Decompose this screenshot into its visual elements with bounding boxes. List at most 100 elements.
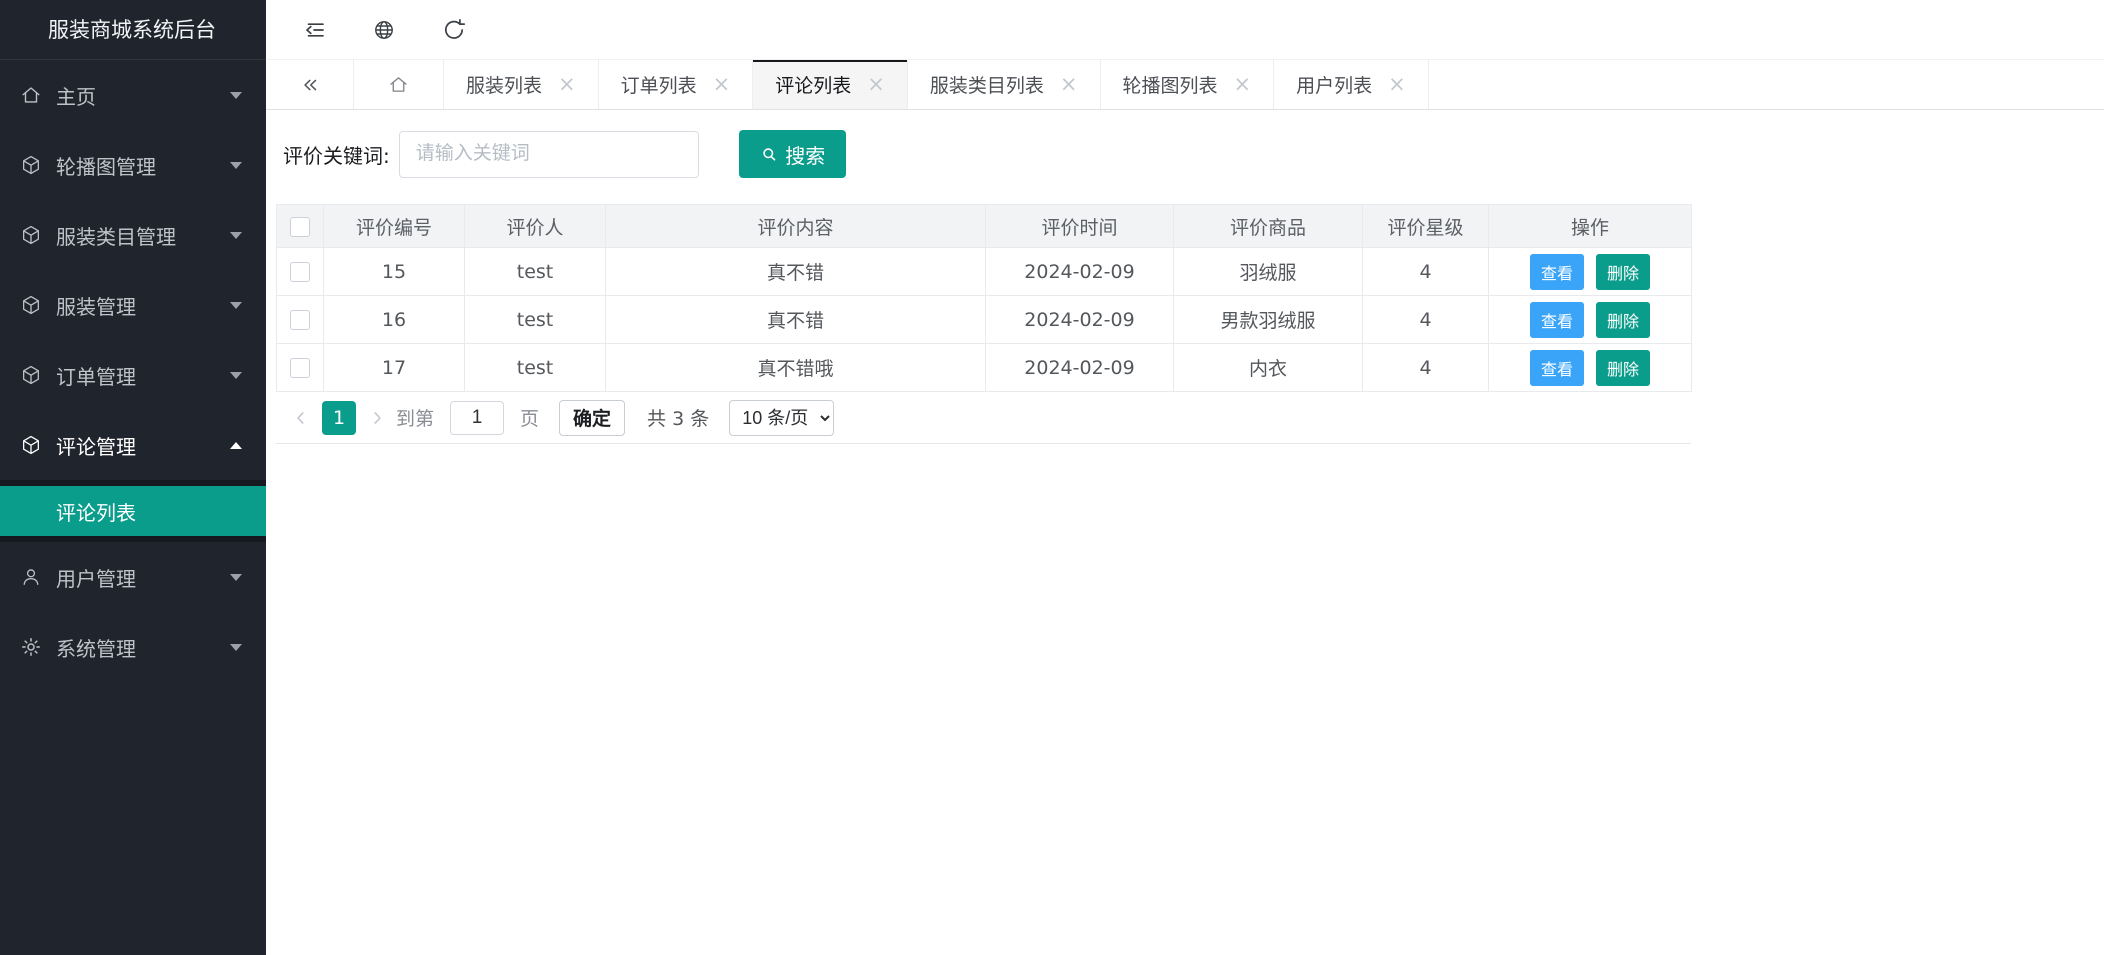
sidebar-item-user[interactable]: 用户管理 bbox=[0, 542, 266, 612]
review-time-cell: 2024-02-09 bbox=[986, 296, 1174, 344]
home-icon bbox=[20, 84, 42, 106]
close-tab-icon[interactable]: × bbox=[867, 74, 885, 95]
cube-icon bbox=[20, 154, 42, 176]
sidebar-item-label: 主页 bbox=[56, 81, 96, 110]
prev-page-icon[interactable] bbox=[290, 407, 312, 429]
sidebar-item-home[interactable]: 主页 bbox=[0, 60, 266, 130]
page-number-button[interactable]: 1 bbox=[322, 401, 356, 435]
delete-button[interactable]: 删除 bbox=[1596, 254, 1650, 290]
sidebar-item-comment[interactable]: 评论管理 bbox=[0, 410, 266, 480]
review-id-cell: 15 bbox=[324, 248, 465, 296]
review-content-cell: 真不错哦 bbox=[606, 344, 986, 392]
total-count-label: 共 3 条 bbox=[647, 404, 709, 431]
table-row: 16test真不错2024-02-09男款羽绒服4查看删除 bbox=[277, 296, 1692, 344]
sidebar-item-carousel[interactable]: 轮播图管理 bbox=[0, 130, 266, 200]
next-page-icon[interactable] bbox=[366, 407, 388, 429]
sidebar-menu: 主页轮播图管理服装类目管理服装管理订单管理评论管理评论列表用户管理系统管理 bbox=[0, 60, 266, 682]
row-checkbox[interactable] bbox=[290, 358, 310, 378]
page-size-select[interactable]: 10 条/页 bbox=[729, 400, 834, 436]
caret-down-icon bbox=[230, 232, 242, 239]
comments-card: 评价编号评价人评价内容评价时间评价商品评价星级操作 15test真不错2024-… bbox=[276, 204, 1691, 444]
caret-down-icon bbox=[230, 644, 242, 651]
close-tab-icon[interactable]: × bbox=[1060, 74, 1078, 95]
sidebar-item-label: 用户管理 bbox=[56, 563, 136, 592]
home-tab[interactable] bbox=[354, 60, 444, 109]
delete-button[interactable]: 删除 bbox=[1596, 350, 1650, 386]
select-all-checkbox[interactable] bbox=[290, 217, 310, 237]
search-input[interactable] bbox=[399, 131, 699, 178]
cube-icon bbox=[20, 224, 42, 246]
review-product-cell: 男款羽绒服 bbox=[1174, 296, 1363, 344]
menu-fold-icon[interactable] bbox=[302, 18, 326, 42]
sidebar-item-label: 服装类目管理 bbox=[56, 221, 176, 250]
review-stars-cell: 4 bbox=[1363, 248, 1489, 296]
cube-icon bbox=[20, 294, 42, 316]
globe-icon[interactable] bbox=[372, 18, 396, 42]
search-label: 评价关键词: bbox=[283, 140, 390, 169]
review-stars-cell: 4 bbox=[1363, 344, 1489, 392]
goto-page-input[interactable] bbox=[450, 401, 504, 435]
row-checkbox[interactable] bbox=[290, 262, 310, 282]
view-button[interactable]: 查看 bbox=[1530, 302, 1584, 338]
sidebar-item-system[interactable]: 系统管理 bbox=[0, 612, 266, 682]
column-header: 评价编号 bbox=[324, 205, 465, 248]
delete-button[interactable]: 删除 bbox=[1596, 302, 1650, 338]
gear-icon bbox=[20, 636, 42, 658]
table-row: 17test真不错哦2024-02-09内衣4查看删除 bbox=[277, 344, 1692, 392]
close-tab-icon[interactable]: × bbox=[558, 74, 576, 95]
table-header-row: 评价编号评价人评价内容评价时间评价商品评价星级操作 bbox=[277, 205, 1692, 248]
caret-down-icon bbox=[230, 162, 242, 169]
search-button[interactable]: 搜索 bbox=[739, 130, 846, 178]
goto-prefix-label: 到第 bbox=[396, 404, 434, 431]
reviewer-cell: test bbox=[465, 248, 606, 296]
sidebar-item-label: 订单管理 bbox=[56, 361, 136, 390]
sidebar-item-category[interactable]: 服装类目管理 bbox=[0, 200, 266, 270]
tab-label: 轮播图列表 bbox=[1123, 71, 1218, 98]
sidebar-item-order[interactable]: 订单管理 bbox=[0, 340, 266, 410]
refresh-icon[interactable] bbox=[442, 18, 466, 42]
sidebar-item-label: 系统管理 bbox=[56, 633, 136, 662]
sidebar-item-label: 服装管理 bbox=[56, 291, 136, 320]
actions-cell: 查看删除 bbox=[1489, 296, 1692, 344]
tab-label: 服装列表 bbox=[466, 71, 542, 98]
sidebar-subitem-comment-list[interactable]: 评论列表 bbox=[0, 486, 266, 536]
view-button[interactable]: 查看 bbox=[1530, 254, 1584, 290]
review-content-cell: 真不错 bbox=[606, 296, 986, 344]
review-id-cell: 17 bbox=[324, 344, 465, 392]
review-time-cell: 2024-02-09 bbox=[986, 344, 1174, 392]
user-icon bbox=[20, 566, 42, 588]
review-stars-cell: 4 bbox=[1363, 296, 1489, 344]
caret-down-icon bbox=[230, 372, 242, 379]
search-bar: 评价关键词: 搜索 bbox=[283, 130, 2104, 178]
search-icon bbox=[759, 144, 780, 165]
tab-order-list[interactable]: 订单列表 × bbox=[599, 60, 754, 109]
tab-carousel-list[interactable]: 轮播图列表 × bbox=[1101, 60, 1275, 109]
tab-clothing-list[interactable]: 服装列表 × bbox=[444, 60, 599, 109]
sidebar-submenu: 评论列表 bbox=[0, 480, 266, 542]
caret-down-icon bbox=[230, 92, 242, 99]
reviewer-cell: test bbox=[465, 344, 606, 392]
actions-cell: 查看删除 bbox=[1489, 248, 1692, 296]
close-tab-icon[interactable]: × bbox=[1234, 74, 1252, 95]
cube-icon bbox=[20, 364, 42, 386]
row-checkbox[interactable] bbox=[290, 310, 310, 330]
column-header: 评价商品 bbox=[1174, 205, 1363, 248]
confirm-page-button[interactable]: 确定 bbox=[559, 400, 625, 436]
sidebar-item-label: 轮播图管理 bbox=[56, 151, 156, 180]
sidebar-item-clothing[interactable]: 服装管理 bbox=[0, 270, 266, 340]
sidebar-item-label: 评论管理 bbox=[56, 431, 136, 460]
tab-user-list[interactable]: 用户列表× bbox=[1274, 60, 1429, 109]
review-id-cell: 16 bbox=[324, 296, 465, 344]
tab-category-list[interactable]: 服装类目列表× bbox=[908, 60, 1101, 109]
close-tab-icon[interactable]: × bbox=[713, 74, 731, 95]
review-product-cell: 羽绒服 bbox=[1174, 248, 1363, 296]
collapse-tabs-button[interactable] bbox=[266, 60, 354, 109]
tab-comment-list[interactable]: 评论列表× bbox=[753, 60, 908, 109]
view-button[interactable]: 查看 bbox=[1530, 350, 1584, 386]
caret-down-icon bbox=[230, 574, 242, 581]
column-header: 评价人 bbox=[465, 205, 606, 248]
tab-label: 订单列表 bbox=[621, 71, 697, 98]
actions-cell: 查看删除 bbox=[1489, 344, 1692, 392]
sidebar: 服装商城系统后台 主页轮播图管理服装类目管理服装管理订单管理评论管理评论列表用户… bbox=[0, 0, 266, 955]
close-tab-icon[interactable]: × bbox=[1388, 74, 1406, 95]
